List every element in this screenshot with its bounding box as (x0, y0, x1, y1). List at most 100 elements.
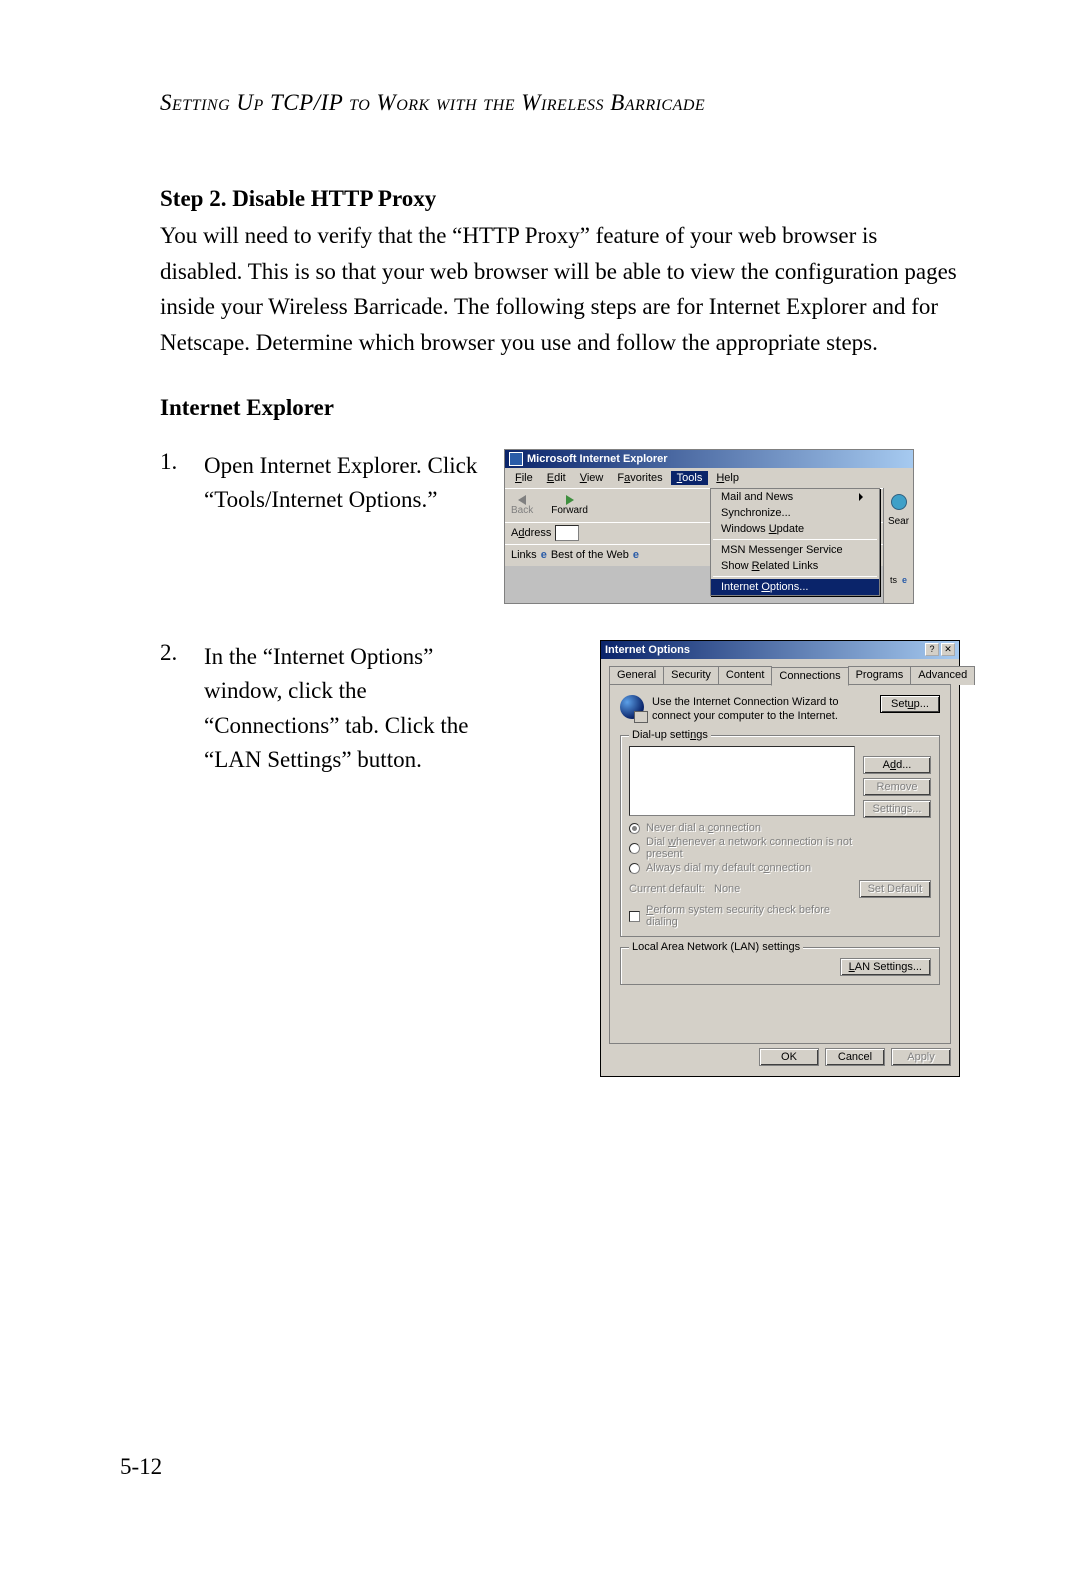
tab-security[interactable]: Security (663, 666, 719, 685)
tab-connections[interactable]: Connections (771, 667, 848, 686)
lan-settings-label: LAN Settings... (849, 961, 922, 973)
radio-never-dial: Never dial a connection (629, 822, 855, 834)
set-default-label: Set Default (868, 883, 922, 895)
step-text: Open Internet Explorer. Click “Tools/Int… (204, 449, 504, 518)
cancel-button[interactable]: Cancel (825, 1048, 885, 1066)
tab-advanced[interactable]: Advanced (910, 666, 975, 685)
address-input[interactable] (555, 525, 579, 541)
radio-dial-whenever: Dial whenever a network connection is no… (629, 836, 855, 860)
tools-dropdown: Mail and News Synchronize... Windows Upd… (710, 488, 880, 596)
menu-help[interactable]: Help (710, 471, 745, 485)
menu-windows-update[interactable]: Windows Update (711, 521, 879, 537)
current-default-row: Current default: None Set Default (629, 880, 855, 898)
add-label: Add... (883, 759, 912, 771)
menu-windows-update-label: Windows Update (721, 523, 804, 535)
ie-right-panel: Sear ts e (883, 488, 913, 603)
dialup-legend: Dial-up settings (629, 729, 711, 741)
step-number: 2. (160, 640, 204, 666)
document-page: Setting Up TCP/IP to Work with the Wirel… (0, 0, 1080, 1570)
add-button[interactable]: Add... (863, 756, 931, 774)
dialog-title: Internet Options (605, 644, 690, 656)
settings-label: Settings... (873, 803, 922, 815)
arrow-right-icon (566, 495, 574, 505)
radio-whenever-label: Dial whenever a network connection is no… (646, 836, 855, 860)
tab-general[interactable]: General (609, 666, 664, 685)
settings-button: Settings... (863, 800, 931, 818)
connection-wizard-icon (620, 695, 644, 719)
lan-legend: Local Area Network (LAN) settings (629, 941, 803, 953)
step-text: In the “Internet Options” window, click … (204, 640, 504, 778)
links-label: Links (511, 549, 537, 561)
dialog-titlebar: Internet Options ? ✕ (601, 641, 959, 659)
menu-related-label: Show Related Links (721, 560, 818, 572)
menu-edit[interactable]: Edit (541, 471, 572, 485)
menu-separator (713, 539, 877, 540)
globe-icon (891, 494, 907, 510)
wizard-row: Use the Internet Connection Wizard to co… (620, 695, 940, 724)
help-button[interactable]: ? (925, 643, 939, 656)
forward-button[interactable]: Forward (551, 495, 588, 516)
back-button[interactable]: Back (511, 495, 533, 516)
ordered-step-2: 2. In the “Internet Options” window, cli… (160, 640, 960, 1077)
menu-msn-messenger[interactable]: MSN Messenger Service (711, 542, 879, 558)
dialup-side-buttons: Add... Remove Settings... (863, 756, 931, 818)
links-trailing: ts e (890, 575, 907, 585)
menu-related-links[interactable]: Show Related Links (711, 558, 879, 574)
radio-never-label: Never dial a connection (646, 822, 761, 834)
ie-titlebar: Microsoft Internet Explorer (505, 450, 913, 468)
ie-window: Microsoft Internet Explorer File Edit Vi… (504, 449, 914, 604)
running-header: Setting Up TCP/IP to Work with the Wirel… (160, 90, 960, 116)
remove-button: Remove (863, 778, 931, 796)
tab-content[interactable]: Content (718, 666, 773, 685)
menu-synchronize-label: Synchronize... (721, 507, 791, 519)
menu-mail-news[interactable]: Mail and News (711, 489, 879, 505)
menu-view[interactable]: View (574, 471, 610, 485)
tabstrip: General Security Content Connections Pro… (609, 666, 951, 685)
radio-icon (629, 863, 640, 874)
address-label: Address (511, 527, 551, 539)
ordered-step-1: 1. Open Internet Explorer. Click “Tools/… (160, 449, 960, 604)
back-label: Back (511, 505, 533, 516)
figure-internet-options-dialog: Internet Options ? ✕ General Security Co… (504, 640, 960, 1077)
lan-groupbox: Local Area Network (LAN) settings LAN Se… (620, 947, 940, 985)
remove-label: Remove (877, 781, 918, 793)
radio-icon (629, 823, 640, 834)
dialog-button-row: OK Cancel Apply (609, 1044, 951, 1066)
forward-label: Forward (551, 505, 588, 516)
arrow-left-icon (518, 495, 526, 505)
links-ie-icon-2: e (633, 549, 639, 561)
intro-paragraph: You will need to verify that the “HTTP P… (160, 218, 960, 361)
radio-icon (629, 843, 640, 854)
menu-msn-label: MSN Messenger Service (721, 544, 843, 556)
setup-label: Setup... (891, 698, 929, 710)
step-number: 1. (160, 449, 204, 475)
current-default-value: None (714, 883, 740, 895)
ok-button[interactable]: OK (759, 1048, 819, 1066)
tab-panel-connections: Use the Internet Connection Wizard to co… (609, 684, 951, 1044)
menu-favorites[interactable]: Favorites (611, 471, 668, 485)
menu-file[interactable]: File (509, 471, 539, 485)
tab-programs[interactable]: Programs (848, 666, 912, 685)
dialup-groupbox: Dial-up settings Add... Remove Settings.… (620, 735, 940, 937)
browser-heading: Internet Explorer (160, 395, 960, 421)
ie-title-text: Microsoft Internet Explorer (527, 453, 668, 465)
figure-ie-tools-menu: Microsoft Internet Explorer File Edit Vi… (504, 449, 960, 604)
links-item[interactable]: Best of the Web (551, 549, 629, 561)
ie-app-icon (509, 452, 523, 466)
step-title: Step 2. Disable HTTP Proxy (160, 186, 960, 212)
checkbox-icon (629, 911, 640, 922)
menu-internet-options[interactable]: Internet Options... (711, 579, 879, 595)
dialup-listbox[interactable] (629, 746, 855, 816)
menu-tools[interactable]: Tools (671, 471, 709, 485)
close-button[interactable]: ✕ (941, 643, 955, 656)
security-check-label: Perform system security check before dia… (646, 904, 855, 928)
menu-synchronize[interactable]: Synchronize... (711, 505, 879, 521)
lan-settings-button[interactable]: LAN Settings... (840, 958, 931, 976)
radio-always-label: Always dial my default connection (646, 862, 811, 874)
menu-mail-news-label: Mail and News (721, 491, 793, 503)
internet-options-dialog: Internet Options ? ✕ General Security Co… (600, 640, 960, 1077)
apply-button: Apply (891, 1048, 951, 1066)
current-default-label: Current default: (629, 883, 705, 895)
setup-button[interactable]: Setup... (880, 695, 940, 713)
wizard-text: Use the Internet Connection Wizard to co… (652, 695, 872, 724)
